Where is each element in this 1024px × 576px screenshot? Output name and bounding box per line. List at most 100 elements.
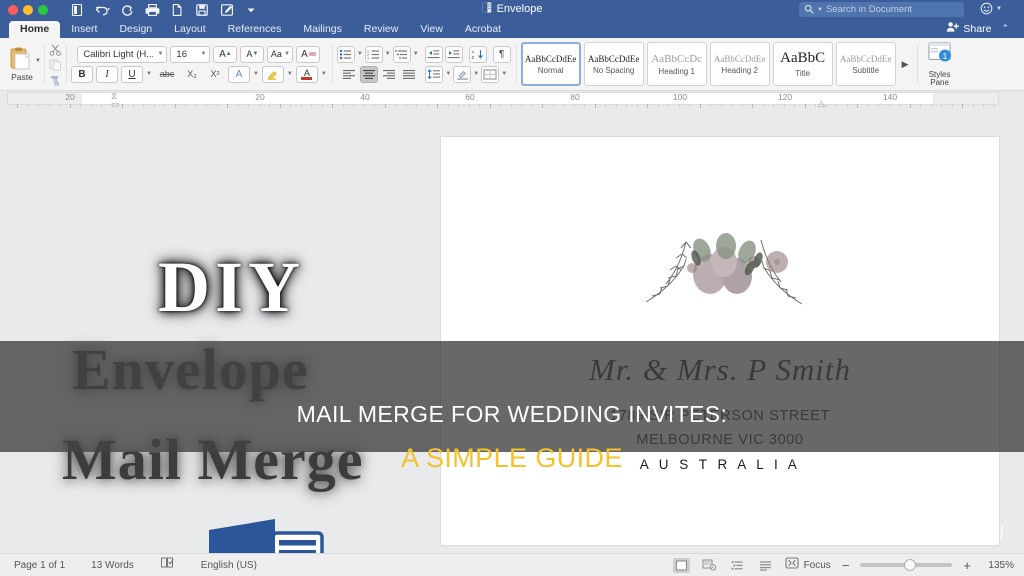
page-indicator[interactable]: Page 1 of 1 — [14, 560, 65, 571]
horizontal-ruler[interactable]: 20 20 40 60 80 100 120 140 ⧖ ▭ △ — [0, 91, 1024, 113]
style-no-spacing[interactable]: AaBbCcDdEe No Spacing — [583, 42, 644, 86]
open-file-icon[interactable] — [170, 3, 184, 17]
ruler-label-0: 20 — [65, 92, 75, 102]
decrease-indent-icon[interactable] — [424, 45, 443, 63]
outline-icon[interactable] — [729, 558, 746, 573]
style-normal[interactable]: AaBbCcDdEe Normal — [520, 42, 581, 86]
multilevel-dropdown-icon[interactable]: ▼ — [413, 51, 419, 57]
numbering-dropdown-icon[interactable]: ▼ — [385, 51, 391, 57]
strikethrough-button[interactable]: abc — [155, 66, 179, 83]
undo-icon[interactable] — [95, 3, 110, 17]
tab-view[interactable]: View — [409, 21, 454, 38]
tab-insert[interactable]: Insert — [60, 21, 108, 38]
italic-button[interactable]: I — [96, 65, 118, 83]
clear-formatting-button[interactable]: A — [296, 45, 321, 63]
search-in-document[interactable]: ▼ — [799, 2, 964, 17]
align-center-icon[interactable] — [360, 65, 379, 83]
close-window-button[interactable] — [8, 4, 18, 15]
font-color-dropdown-icon[interactable]: ▼ — [321, 71, 327, 77]
justify-icon[interactable] — [400, 66, 418, 83]
style-heading-2[interactable]: AaBbCcDdEe Heading 2 — [709, 42, 770, 86]
word-count[interactable]: 13 Words — [91, 560, 134, 571]
feedback-smiley-button[interactable]: ▼ — [980, 2, 1002, 15]
language-indicator[interactable]: English (US) — [201, 560, 257, 571]
zoom-level[interactable]: 135% — [982, 560, 1014, 571]
align-left-icon[interactable] — [340, 66, 358, 83]
tab-references[interactable]: References — [217, 21, 293, 38]
underline-dropdown-icon[interactable]: ▼ — [146, 71, 152, 77]
redo-icon[interactable] — [120, 3, 134, 17]
share-button[interactable]: Share ⌃ — [946, 21, 1009, 36]
shrink-font-button[interactable]: A ▼ — [240, 45, 265, 63]
tab-review[interactable]: Review — [353, 21, 409, 38]
zoom-slider[interactable] — [860, 559, 953, 571]
tab-layout[interactable]: Layout — [163, 21, 217, 38]
change-case-button[interactable]: Aa ▼ — [267, 45, 294, 63]
bold-button[interactable]: B — [71, 65, 93, 83]
style-subtitle[interactable]: AaBbCcDdEe Subtitle — [835, 42, 896, 86]
web-layout-icon[interactable] — [701, 558, 718, 573]
ruler-track[interactable] — [7, 92, 999, 105]
right-indent-marker[interactable]: △ — [818, 98, 825, 109]
chevron-up-icon[interactable]: ⌃ — [1001, 23, 1009, 34]
zoom-in-button[interactable]: + — [963, 558, 971, 573]
tab-mailings[interactable]: Mailings — [292, 21, 353, 38]
maximize-window-button[interactable] — [38, 4, 48, 15]
borders-icon[interactable] — [481, 65, 500, 83]
format-painter-icon[interactable] — [49, 73, 62, 86]
new-document-icon[interactable] — [70, 3, 84, 17]
style-title[interactable]: AaBbC Title — [772, 42, 833, 86]
zoom-out-button[interactable]: − — [842, 558, 850, 573]
superscript-button[interactable]: X² — [205, 66, 225, 83]
proofing-icon[interactable] — [160, 556, 175, 574]
ruler-tick — [279, 104, 281, 108]
borders-dropdown-icon[interactable]: ▼ — [501, 71, 507, 77]
line-spacing-icon[interactable] — [425, 65, 444, 83]
font-size-select[interactable]: 16 ▼ — [170, 45, 211, 63]
print-layout-icon[interactable] — [672, 557, 690, 573]
numbered-list-icon[interactable]: 123 — [364, 45, 383, 63]
subscript-button[interactable]: X₂ — [182, 66, 202, 83]
copy-icon[interactable] — [49, 58, 62, 71]
font-color-button[interactable]: A — [295, 65, 318, 83]
window-controls[interactable] — [8, 4, 48, 15]
tab-design[interactable]: Design — [108, 21, 163, 38]
underline-button[interactable]: U — [121, 65, 143, 83]
align-right-icon[interactable] — [380, 66, 398, 83]
ribbon-tab-bar[interactable]: Home Insert Design Layout References Mai… — [0, 19, 1024, 38]
search-input[interactable] — [825, 4, 958, 15]
clipboard-icon[interactable]: ▼ — [9, 47, 41, 71]
styles-pane-button[interactable]: 1 Styles Pane — [916, 38, 963, 90]
text-effects-button[interactable]: A — [227, 65, 250, 83]
minimize-window-button[interactable] — [23, 4, 33, 15]
document-canvas[interactable]: DIY Envelope Mail Merge W — [0, 113, 1024, 553]
print-icon[interactable] — [145, 3, 160, 17]
sort-az-icon[interactable]: AZ — [468, 45, 487, 63]
style-heading-1[interactable]: AaBbCcDc Heading 1 — [646, 42, 707, 86]
highlight-color-button[interactable] — [261, 65, 284, 83]
customize-toolbar-icon[interactable] — [245, 3, 259, 17]
zoom-slider-handle[interactable] — [904, 559, 917, 571]
shading-dropdown-icon[interactable]: ▼ — [473, 71, 479, 77]
increase-indent-icon[interactable] — [444, 45, 463, 63]
multilevel-list-icon[interactable] — [392, 45, 411, 63]
font-name-select[interactable]: Calibri Light (H... ▼ — [77, 45, 168, 63]
search-dropdown-icon[interactable]: ▼ — [817, 7, 823, 13]
tab-home[interactable]: Home — [9, 21, 61, 38]
line-spacing-dropdown-icon[interactable]: ▼ — [445, 71, 451, 77]
bullet-list-icon[interactable] — [336, 45, 355, 63]
focus-button[interactable]: Focus — [785, 556, 831, 574]
shading-icon[interactable] — [453, 65, 472, 83]
track-changes-icon[interactable] — [220, 3, 234, 17]
chevron-right-icon[interactable]: ▶ — [899, 59, 912, 70]
bullets-dropdown-icon[interactable]: ▼ — [357, 51, 363, 57]
tab-acrobat[interactable]: Acrobat — [454, 21, 512, 38]
cut-scissors-icon[interactable] — [49, 43, 62, 56]
highlight-dropdown-icon[interactable]: ▼ — [287, 71, 293, 77]
text-effects-dropdown-icon[interactable]: ▼ — [253, 71, 259, 77]
draft-icon[interactable] — [757, 558, 774, 573]
formatting-marks-button[interactable]: ¶ — [492, 45, 511, 63]
quick-access-toolbar[interactable] — [70, 3, 259, 17]
save-icon[interactable] — [195, 3, 209, 17]
grow-font-button[interactable]: A ▲ — [213, 45, 238, 63]
